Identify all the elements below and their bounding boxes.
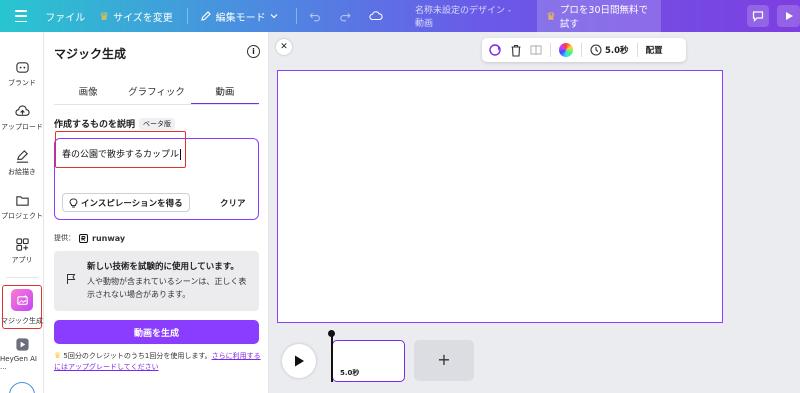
generate-label: 動画を生成 — [133, 328, 179, 339]
flag-icon — [67, 274, 76, 284]
playhead[interactable] — [331, 332, 333, 382]
divider — [186, 8, 188, 24]
toolbar-divider — [636, 43, 638, 57]
rail-item-heygen[interactable]: HeyGen AI ... — [0, 337, 44, 371]
selection-highlight — [2, 285, 42, 329]
rail-item-label: プロジェクト — [1, 212, 43, 220]
rail-item-brand[interactable]: ブランド — [0, 60, 44, 88]
present-button[interactable] — [777, 5, 800, 27]
tab-video[interactable]: 動画 — [190, 84, 259, 105]
playhead-handle[interactable] — [328, 330, 335, 337]
redo-icon[interactable] — [339, 9, 351, 23]
undo-icon[interactable] — [309, 9, 321, 23]
heygen-icon — [15, 338, 29, 351]
provider-label: 提供： — [54, 234, 75, 242]
rail-item-label: ブランド — [8, 79, 36, 87]
arrange-button[interactable]: 配置 — [646, 44, 663, 56]
inspiration-button[interactable]: インスピレーションを得る — [62, 193, 190, 212]
panel-title: マジック生成 — [54, 47, 127, 61]
notice-title: 新しい技術を試験的に使用しています。 — [87, 262, 239, 272]
prompt-label: 作成するものを説明 ベータ版 — [54, 117, 176, 130]
rail-item-upload[interactable]: アップロード — [0, 104, 44, 132]
divider — [295, 8, 297, 24]
rail-item-label: お絵描き — [8, 168, 36, 176]
tab-image[interactable]: 画像 — [54, 84, 122, 105]
menu-icon[interactable] — [15, 10, 28, 22]
rail-item-label: アップロード — [1, 123, 43, 131]
magic-media-panel: マジック生成 i 画像 グラフィック 動画 作成するものを説明 ベータ版 春の公… — [44, 32, 269, 393]
tabs-divider — [54, 104, 259, 105]
rail-divider — [6, 277, 38, 278]
credit-info: ♛ 5回分のクレジットのうち1回分を使用します。さらに利用するにはアップグレード… — [54, 350, 264, 373]
prompt-label-text: 作成するものを説明 — [54, 120, 136, 130]
clock-icon — [590, 44, 602, 56]
pencil-icon — [200, 11, 211, 21]
tab-graphic[interactable]: グラフィック — [122, 84, 190, 105]
folder-icon — [15, 196, 29, 206]
floating-toolbar: 5.0秒 配置 — [482, 38, 686, 62]
avatar[interactable] — [9, 382, 35, 393]
pro-trial-label: プロを30日間無料で試す — [559, 5, 649, 30]
comment-icon — [752, 11, 764, 22]
design-canvas[interactable] — [277, 70, 723, 323]
brand-icon — [15, 62, 29, 73]
rail-item-apps[interactable]: アプリ — [0, 237, 44, 265]
document-title[interactable]: 名称未設定のデザイン - 動画 — [415, 3, 517, 29]
file-menu[interactable]: ファイル — [45, 9, 85, 24]
timeline-play-button[interactable] — [282, 344, 316, 378]
close-panel-button[interactable]: ✕ — [276, 39, 292, 55]
apps-icon — [15, 238, 29, 251]
left-rail: ブランド アップロード お絵描き プロジェクト アプリ マジック生成 HeyGe… — [0, 32, 44, 393]
toolbar-divider — [550, 43, 551, 57]
pro-trial-button[interactable]: ♛ プロを30日間無料で試す — [537, 0, 661, 35]
prompt-highlight-box — [55, 131, 186, 168]
inspiration-label: インスピレーションを得る — [81, 198, 183, 209]
upload-icon — [14, 105, 30, 116]
provider-credit: 提供： runway — [54, 233, 125, 243]
flip-icon[interactable] — [530, 44, 542, 56]
top-bar: ファイル ♛ サイズを変更 編集モード 名称未設定のデザイン - 動画 ♛ プロ… — [0, 0, 800, 35]
chevron-down-icon — [270, 14, 278, 19]
rail-item-label: HeyGen AI ... — [0, 355, 37, 371]
add-clip-button[interactable]: + — [414, 340, 474, 381]
resize-button[interactable]: ♛ サイズを変更 — [99, 9, 173, 24]
notice-body: 人や動物が含まれているシーンは、正しく表示されない場合があります。 — [87, 277, 247, 299]
duration-label: 5.0秒 — [605, 46, 629, 56]
rail-item-projects[interactable]: プロジェクト — [0, 193, 44, 221]
rail-item-draw[interactable]: お絵描き — [0, 149, 44, 177]
color-wheel-icon[interactable] — [559, 43, 573, 57]
draw-icon — [16, 150, 28, 163]
rail-item-label: アプリ — [11, 256, 33, 264]
media-tabs: 画像 グラフィック 動画 — [54, 84, 259, 105]
comment-button[interactable] — [746, 5, 770, 27]
file-label: ファイル — [45, 12, 86, 24]
generate-video-button[interactable]: 動画を生成 — [54, 320, 259, 344]
play-icon — [785, 12, 793, 20]
crown-icon: ♛ — [546, 9, 556, 23]
resize-label: サイズを変更 — [113, 12, 173, 24]
edit-mode-label: 編集モード — [215, 12, 266, 24]
cloud-sync-icon[interactable] — [369, 9, 383, 23]
beta-badge: ベータ版 — [139, 117, 176, 130]
clip-duration: 5.0秒 — [340, 369, 360, 377]
edit-mode-button[interactable]: 編集モード — [200, 9, 278, 24]
provider-name: runway — [92, 233, 126, 243]
crown-icon: ♛ — [99, 9, 110, 23]
play-icon — [295, 355, 304, 367]
experimental-notice: 新しい技術を試験的に使用しています。 人や動物が含まれているシーンは、正しく表示… — [54, 251, 259, 311]
runway-logo-icon — [79, 233, 88, 243]
lightbulb-icon — [69, 198, 78, 207]
credit-text: 5回分のクレジットのうち1回分を使用します。 — [63, 352, 212, 360]
trash-icon[interactable] — [510, 44, 522, 57]
clear-button[interactable]: クリア — [220, 197, 246, 209]
magic-edit-icon[interactable] — [488, 43, 502, 57]
crown-icon: ♛ — [54, 351, 62, 360]
toolbar-divider — [581, 43, 582, 57]
info-icon[interactable]: i — [247, 45, 260, 58]
duration-button[interactable]: 5.0秒 — [590, 44, 629, 56]
